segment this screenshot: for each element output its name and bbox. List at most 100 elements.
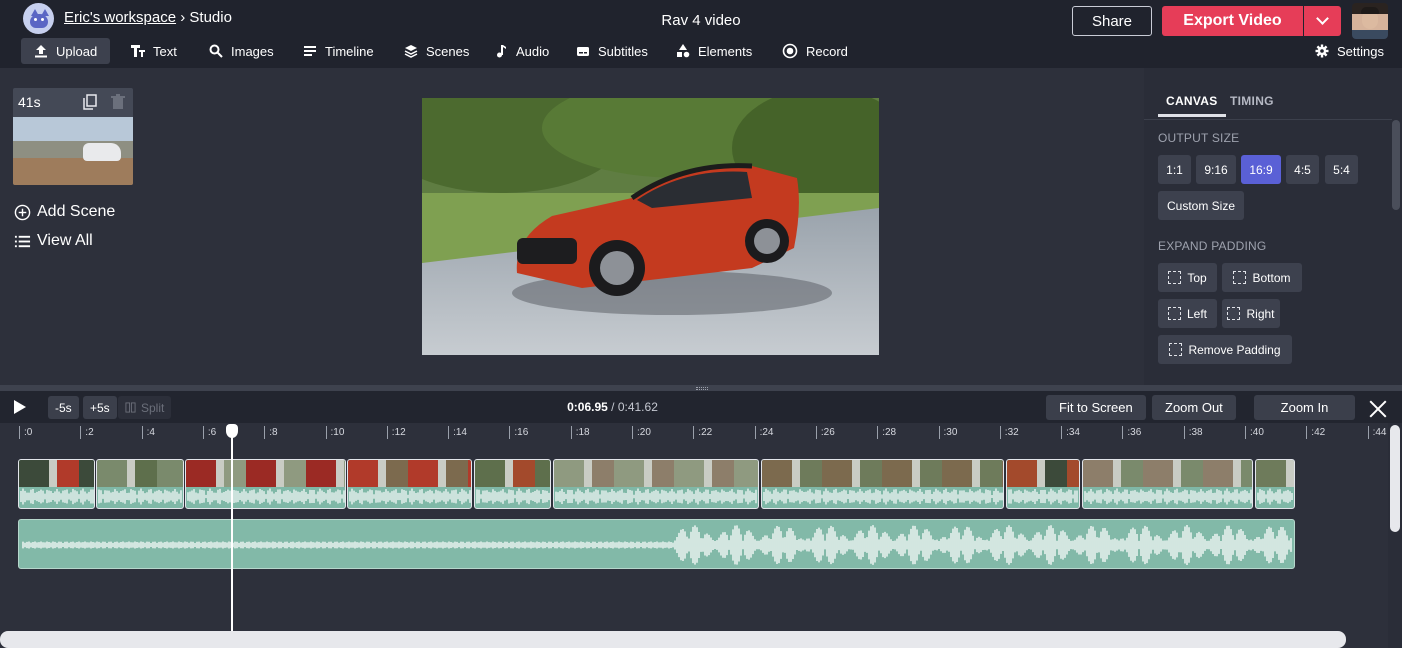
top-bar: Eric's workspace › Studio Rav 4 video Sh… <box>0 0 1402 68</box>
video-clip[interactable] <box>1082 459 1253 509</box>
tool-timeline[interactable]: Timeline <box>290 38 387 64</box>
settings-button[interactable]: Settings <box>1302 38 1397 64</box>
tool-label: Text <box>153 43 177 59</box>
remove-padding-button[interactable]: Remove Padding <box>1158 335 1292 364</box>
timeline-icon <box>304 46 316 56</box>
tool-audio[interactable]: Audio <box>481 38 562 64</box>
video-clip[interactable] <box>96 459 184 509</box>
workspace-logo-icon[interactable] <box>23 3 54 34</box>
video-clip[interactable] <box>185 459 346 509</box>
ratio-1-1-button[interactable]: 1:1 <box>1158 155 1191 184</box>
skip-forward-button[interactable]: +5s <box>83 396 117 419</box>
play-icon[interactable] <box>14 400 26 414</box>
ruler-tick: :36 <box>1122 426 1141 439</box>
trash-icon[interactable] <box>111 94 125 110</box>
pad-right-label: Right <box>1246 306 1275 321</box>
breadcrumb: Eric's workspace › Studio <box>64 9 232 26</box>
dashed-square-icon <box>1167 307 1181 320</box>
timeline-hscrollbar[interactable] <box>0 631 1346 648</box>
pad-left-button[interactable]: Left <box>1158 299 1217 328</box>
pad-right-button[interactable]: Right <box>1222 299 1280 328</box>
video-clip[interactable] <box>474 459 551 509</box>
ruler-tick: :0 <box>19 426 32 439</box>
properties-panel: CANVAS TIMING OUTPUT SIZE 1:1 9:16 16:9 … <box>1144 68 1402 386</box>
add-scene-button[interactable]: Add Scene <box>14 203 115 221</box>
ruler-tick: :10 <box>325 426 344 439</box>
clip-thumbnail-strip <box>19 460 94 487</box>
tool-scenes[interactable]: Scenes <box>391 38 482 64</box>
pad-left-label: Left <box>1186 306 1207 321</box>
export-options-chevron-icon[interactable] <box>1304 6 1341 36</box>
clip-waveform <box>1084 488 1252 505</box>
ratio-4-5-button[interactable]: 4:5 <box>1286 155 1319 184</box>
tool-subtitles[interactable]: Subtitles <box>563 38 661 64</box>
ratio-9-16-button[interactable]: 9:16 <box>1196 155 1236 184</box>
zoom-in-button[interactable]: Zoom In <box>1254 395 1355 420</box>
drag-handle-icon[interactable] <box>696 387 708 390</box>
export-video-button[interactable]: Export Video <box>1162 6 1303 36</box>
scene-card[interactable]: 41s <box>13 88 133 185</box>
video-clip[interactable] <box>761 459 1004 509</box>
ruler-tick: :4 <box>141 426 155 439</box>
video-clip[interactable] <box>347 459 472 509</box>
project-title[interactable]: Rav 4 video <box>560 12 842 29</box>
split-button[interactable]: Split <box>118 396 172 419</box>
tab-timing[interactable]: TIMING <box>1230 94 1274 108</box>
custom-size-button[interactable]: Custom Size <box>1158 191 1244 220</box>
skip-back-button[interactable]: -5s <box>48 396 79 419</box>
ruler-tick: :44 <box>1367 426 1387 439</box>
tool-label: Timeline <box>325 43 374 59</box>
breadcrumb-separator: › <box>180 9 186 26</box>
output-size-label: OUTPUT SIZE <box>1158 131 1240 145</box>
clip-thumbnail-strip <box>475 460 550 487</box>
duplicate-icon[interactable] <box>83 94 97 110</box>
workspace-link[interactable]: Eric's workspace <box>64 9 176 26</box>
tab-canvas[interactable]: CANVAS <box>1158 94 1226 117</box>
tool-upload[interactable]: Upload <box>21 38 111 64</box>
timeline-vscrollbar[interactable] <box>1390 425 1400 532</box>
playhead-handle-icon[interactable] <box>226 424 238 438</box>
ruler-tick: :2 <box>80 426 94 439</box>
video-clip[interactable] <box>553 459 759 509</box>
subtitles-icon <box>577 47 589 56</box>
video-clip[interactable] <box>1006 459 1080 509</box>
tool-record[interactable]: Record <box>769 38 861 64</box>
zoom-out-button[interactable]: Zoom Out <box>1152 395 1236 420</box>
video-preview[interactable] <box>422 98 879 355</box>
view-all-label: View All <box>37 232 93 249</box>
pad-bottom-label: Bottom <box>1252 270 1291 285</box>
ruler-tick: :26 <box>815 426 835 439</box>
video-clip[interactable] <box>18 459 95 509</box>
fit-to-screen-button[interactable]: Fit to Screen <box>1046 395 1146 420</box>
playhead[interactable] <box>231 425 233 635</box>
tool-images[interactable]: Images <box>196 38 287 64</box>
tool-text[interactable]: Text <box>118 38 190 64</box>
audio-track[interactable] <box>18 519 1295 569</box>
panel-scrollbar[interactable] <box>1392 120 1400 210</box>
pad-top-button[interactable]: Top <box>1158 263 1217 292</box>
avatar[interactable] <box>1352 3 1388 39</box>
tool-label: Scenes <box>426 43 470 59</box>
ratio-5-4-button[interactable]: 5:4 <box>1325 155 1358 184</box>
video-track <box>18 459 1295 509</box>
pad-bottom-button[interactable]: Bottom <box>1222 263 1302 292</box>
clip-waveform <box>555 488 757 505</box>
tool-elements[interactable]: Elements <box>663 38 765 64</box>
time-ruler[interactable]: :0:2:4:6:8:10:12:14:16:18:20:22:24:26:28… <box>0 423 1388 443</box>
pad-top-label: Top <box>1187 270 1207 285</box>
clip-waveform <box>20 488 94 505</box>
view-all-button[interactable]: View All <box>14 232 93 250</box>
dashed-square-icon <box>1227 307 1241 320</box>
ruler-tick: :20 <box>632 426 651 439</box>
video-clip[interactable] <box>1255 459 1295 509</box>
clip-waveform <box>187 488 345 505</box>
share-button[interactable]: Share <box>1072 6 1152 36</box>
gear-icon <box>1315 44 1329 58</box>
clip-thumbnail-strip <box>186 460 345 487</box>
ratio-16-9-button[interactable]: 16:9 <box>1241 155 1281 184</box>
close-timeline-icon[interactable] <box>1368 399 1388 419</box>
total-time: 0:41.62 <box>617 400 658 414</box>
current-time: 0:06.95 <box>567 400 608 414</box>
clip-thumbnail-strip <box>1256 460 1294 487</box>
audio-waveform <box>22 525 1292 565</box>
